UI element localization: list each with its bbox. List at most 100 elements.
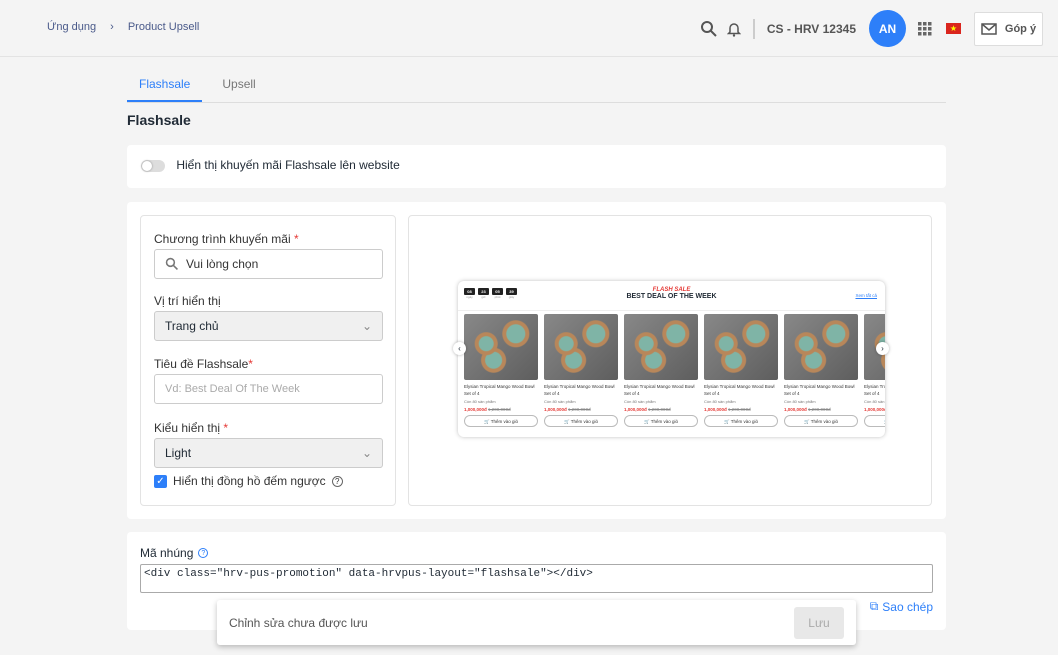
add-to-cart-button[interactable]: 🛒 Thêm vào giỏ <box>704 415 778 427</box>
product-image <box>464 314 538 380</box>
product-image <box>624 314 698 380</box>
add-to-cart-button[interactable]: 🛒 Thêm vào giỏ <box>624 415 698 427</box>
product-image <box>704 314 778 380</box>
product-card[interactable]: Elysian Tropical Mango Wood Bowl Set of … <box>624 314 698 427</box>
countdown-label: Hiển thị đồng hồ đếm ngược <box>173 474 326 488</box>
copy-button[interactable]: ⧉ Sao chép <box>870 599 933 614</box>
bell-icon[interactable] <box>726 21 741 37</box>
product-image <box>784 314 858 380</box>
add-to-cart-button[interactable]: 🛒 Thêm vào giỏ <box>464 415 538 427</box>
avatar[interactable]: AN <box>869 10 906 47</box>
add-to-cart-button[interactable]: 🛒 Thêm vào giỏ <box>544 415 618 427</box>
cart-icon: 🛒 <box>563 419 570 424</box>
add-to-cart-label: Thêm vào giỏ <box>810 419 839 424</box>
unsaved-message: Chỉnh sửa chưa được lưu <box>229 615 368 630</box>
breadcrumb-apps[interactable]: Ứng dụng <box>47 21 96 33</box>
feedback-button[interactable]: Góp ý <box>974 11 1043 46</box>
product-price: 1,000,000đ <box>864 407 885 412</box>
prev-arrow[interactable]: ‹ <box>453 342 466 355</box>
product-card[interactable]: Elysian Tropical Mango Wood Bowl Set of … <box>864 314 885 427</box>
title-input[interactable]: Vd: Best Deal Of The Week <box>154 374 383 404</box>
help-icon[interactable]: ? <box>331 475 343 487</box>
product-stock: Còn 80 sản phẩm <box>544 399 576 404</box>
program-select[interactable]: Vui lòng chọn <box>154 249 383 279</box>
add-to-cart-button[interactable]: 🛒 Thêm vào giỏ <box>864 415 885 427</box>
product-price: 1,000,000đ <box>544 407 567 412</box>
flashsale-toggle[interactable] <box>141 159 165 172</box>
cart-icon: 🛒 <box>483 419 490 424</box>
countdown-checkbox[interactable]: ✓ <box>154 474 167 488</box>
toggle-label: Hiển thị khuyến mãi Flashsale lên websit… <box>176 158 400 172</box>
product-stock: Còn 80 sản phẩm <box>704 399 736 404</box>
add-to-cart-label: Thêm vào giỏ <box>490 419 519 424</box>
style-label: Kiểu hiển thị <box>154 421 221 435</box>
style-value: Light <box>165 446 192 460</box>
product-old-price: 1,200,000đ <box>648 407 671 412</box>
style-select[interactable]: Light ⌄ <box>154 438 383 468</box>
embed-code-textarea[interactable]: <div class="hrv-pus-promotion" data-hrvp… <box>140 564 933 593</box>
product-list: Elysian Tropical Mango Wood Bowl Set of … <box>464 314 885 427</box>
preview-panel: 08 ngày 23 giờ 05 phút 39 giây FLASH SALE BE… <box>408 215 932 506</box>
product-price: 1,000,000đ <box>704 407 727 412</box>
product-card[interactable]: Elysian Tropical Mango Wood Bowl Set of … <box>464 314 538 427</box>
add-to-cart-label: Thêm vào giỏ <box>730 419 759 424</box>
product-name: Elysian Tropical Mango Wood Bowl Set of … <box>544 384 615 396</box>
product-old-price: 1,200,000đ <box>808 407 831 412</box>
position-select[interactable]: Trang chủ ⌄ <box>154 311 383 341</box>
product-name: Elysian Tropical Mango Wood Bowl Set of … <box>624 384 695 396</box>
product-card[interactable]: Elysian Tropical Mango Wood Bowl Set of … <box>784 314 858 427</box>
add-to-cart-label: Thêm vào giỏ <box>570 419 599 424</box>
product-name: Elysian Tropical Mango Wood Bowl Set of … <box>704 384 775 396</box>
tab-flashsale[interactable]: Flashsale <box>127 70 203 102</box>
cart-icon: 🛒 <box>723 419 730 424</box>
flashsale-toggle-card: Hiển thị khuyến mãi Flashsale lên websit… <box>127 145 946 188</box>
save-button[interactable]: Lưu <box>794 606 844 639</box>
search-icon <box>165 257 178 270</box>
top-header: Ứng dụng › Product Upsell CS - HRV 12345… <box>0 0 1058 57</box>
product-card[interactable]: Elysian Tropical Mango Wood Bowl Set of … <box>704 314 778 427</box>
product-stock: Còn 80 sản phẩm <box>464 399 496 404</box>
search-icon[interactable] <box>700 20 718 38</box>
chevron-down-icon: ⌄ <box>361 319 372 333</box>
cart-icon: 🛒 <box>884 419 885 424</box>
add-to-cart-button[interactable]: 🛒 Thêm vào giỏ <box>784 415 858 427</box>
apps-grid-icon[interactable] <box>918 21 932 36</box>
feedback-label: Góp ý <box>1004 22 1037 35</box>
divider <box>752 18 755 39</box>
next-arrow[interactable]: › <box>876 342 889 355</box>
product-stock: Còn 80 sản phẩm <box>624 399 656 404</box>
mail-icon <box>981 22 997 35</box>
cart-icon: 🛒 <box>643 419 650 424</box>
product-old-price: 1,200,000đ <box>728 407 751 412</box>
title-label: Tiêu đề Flashsale <box>154 357 249 371</box>
product-name: Elysian Tropical Mango Wood Bowl Set of … <box>784 384 855 396</box>
page-title: Flashsale <box>127 112 191 128</box>
vietnam-flag-icon[interactable]: ★ <box>946 23 961 34</box>
product-old-price: 1,200,000đ <box>568 407 591 412</box>
add-to-cart-label: Thêm vào giỏ <box>650 419 679 424</box>
flashsale-preview: 08 ngày 23 giờ 05 phút 39 giây FLASH SALE BE… <box>458 281 885 437</box>
copy-icon: ⧉ <box>869 599 879 613</box>
store-name[interactable]: CS - HRV 12345 <box>767 22 856 36</box>
product-price: 1,000,000đ <box>784 407 807 412</box>
program-label: Chương trình khuyến mãi <box>154 232 291 246</box>
product-stock: Còn 80 sản phẩm <box>864 399 885 404</box>
chevron-down-icon: ⌄ <box>361 446 372 460</box>
position-value: Trang chủ <box>165 319 219 333</box>
tab-upsell[interactable]: Upsell <box>210 70 267 102</box>
title-placeholder: Vd: Best Deal Of The Week <box>165 383 300 395</box>
view-all-link[interactable]: Xem tất cả <box>855 293 877 298</box>
breadcrumb-product-upsell[interactable]: Product Upsell <box>128 21 200 33</box>
config-card: Chương trình khuyến mãi * Vui lòng chọn … <box>127 202 946 519</box>
position-label: Vị trí hiển thị <box>154 294 221 308</box>
product-price: 1,000,000đ <box>624 407 647 412</box>
product-stock: Còn 80 sản phẩm <box>784 399 816 404</box>
product-image <box>544 314 618 380</box>
breadcrumb: Ứng dụng › Product Upsell <box>47 21 199 33</box>
breadcrumb-separator: › <box>110 21 114 33</box>
help-icon[interactable]: ? <box>198 548 209 558</box>
product-card[interactable]: Elysian Tropical Mango Wood Bowl Set of … <box>544 314 618 427</box>
unsaved-toast: Chỉnh sửa chưa được lưu Lưu <box>217 600 856 645</box>
product-name: Elysian Tropical Mango Wood Bowl Set of … <box>464 384 535 396</box>
product-price: 1,000,000đ <box>464 407 487 412</box>
